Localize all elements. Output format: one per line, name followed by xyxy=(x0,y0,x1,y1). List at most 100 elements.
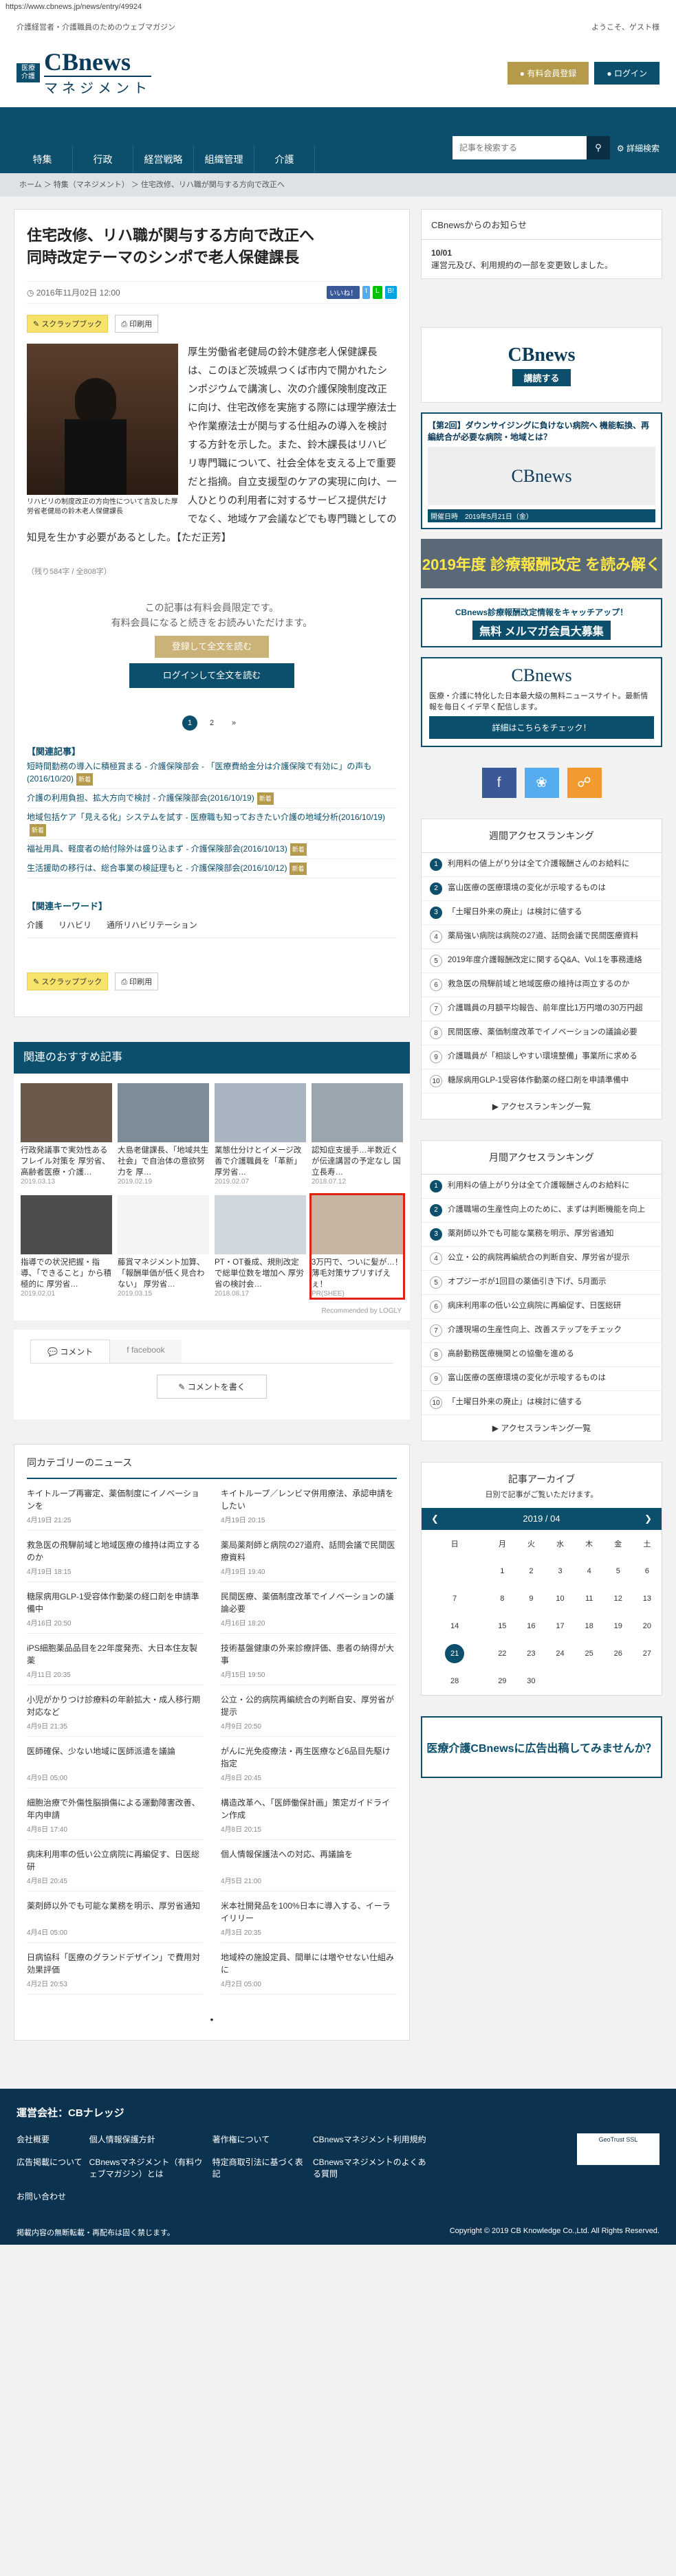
ranking-item[interactable]: 2 富山医療の医療環境の変化が示唆するものは xyxy=(422,877,662,901)
geotrust-seal[interactable]: GeoTrust SSL xyxy=(577,2133,659,2165)
news-item[interactable]: 小児がかりつけ診療料の年齢拡大・成人移行期対応など 4月9日 21:35 xyxy=(27,1685,203,1737)
calendar-day[interactable]: 28 xyxy=(422,1667,488,1695)
recommend-item[interactable]: 業態仕分けとイメージ改善で介護職員を「革新」 厚労省… 2019.02.07 xyxy=(215,1083,306,1186)
news-item[interactable]: 救急医の飛騨前域と地域医療の維持は両立するのか 4月19日 18:15 xyxy=(27,1531,203,1582)
calendar-day[interactable]: 1 xyxy=(488,1557,516,1585)
revision-ad[interactable]: 2019年度 診療報酬改定 を読み解く xyxy=(421,539,662,588)
calendar-day[interactable]: 21 xyxy=(422,1640,488,1667)
footer-link[interactable]: CBnewsマネジメント利用規約 xyxy=(313,2133,429,2145)
calendar-day[interactable] xyxy=(422,1557,488,1585)
news-item[interactable]: 薬局薬剤師と病院の27道府、話問会議で民間医療資料 4月19日 19:40 xyxy=(221,1531,397,1582)
related-item[interactable]: 生活援助の移行は、総合事業の検証理もと - 介護保険部会(2016/10/12)… xyxy=(27,859,397,878)
recommend-item[interactable]: 3万円で、ついに髪が…！薄毛対策サプリすげえぇ！ PR(SHEE) xyxy=(309,1193,405,1300)
tab-comment[interactable]: 💬 コメント xyxy=(30,1340,111,1363)
login-read-button[interactable]: ログインして全文を読む xyxy=(129,663,294,688)
ranking-item[interactable]: 4 薬局強い病院は病院の27道、話問会議で民間医療資料 xyxy=(422,925,662,949)
calendar-day[interactable]: 17 xyxy=(545,1612,574,1640)
ranking-item[interactable]: 5 2019年度介護報酬改定に関するQ&A、Vol.1を事務連絡 xyxy=(422,949,662,973)
related-item[interactable]: 福祉用具、軽度者の給付除外は盛り込まず - 介護保険部会(2016/10/13)… xyxy=(27,840,397,859)
footer-link[interactable]: 個人情報保護方針 xyxy=(89,2133,206,2145)
ranking-item[interactable]: 5 オプジーボが1回目の薬価引き下げ、5月面示 xyxy=(422,1271,662,1295)
tab-facebook[interactable]: f facebook xyxy=(110,1340,182,1363)
news-item[interactable]: 薬剤師以外でも可能な業務を明示、厚労省通知 4月4日 05:00 xyxy=(27,1891,203,1943)
nav-item-1[interactable]: 行政 xyxy=(73,146,133,173)
ranking-item[interactable]: 1 利用料の値上がり分は全て介護報酬さんのお給料に xyxy=(422,1175,662,1199)
keyword-link[interactable]: リハビリ xyxy=(58,919,91,931)
news-item[interactable]: キイトループ／レンビマ併用療法、承認申請をしたい 4月19日 20:15 xyxy=(221,1479,397,1531)
search-icon[interactable]: ⚲ xyxy=(586,136,610,159)
seminar-ad[interactable]: 【第2回】ダウンサイジングに負けない病院へ 機能転換、再編統合が必要な病院・地域… xyxy=(421,412,662,529)
related-link[interactable]: 地域包括ケア「見える化」システムを試す - 医療職も知っておきたい介護の地域分析… xyxy=(27,812,385,822)
recommend-item[interactable]: PT・OT養成、規則改定で総単位数を増加へ 厚労省の検討会… 2018.08.17 xyxy=(215,1195,306,1298)
footer-link[interactable]: CBnewsマネジメントのよくある質問 xyxy=(313,2156,429,2179)
calendar-day[interactable]: 5 xyxy=(604,1557,633,1585)
news-item[interactable]: 技術基盤健康の外来診療評価、患者の納得が大事 4月15日 19:50 xyxy=(221,1634,397,1685)
news-item[interactable]: 地域枠の施設定員、間単には増やせない仕組みに 4月2日 05:00 xyxy=(221,1943,397,1995)
ranking-item[interactable]: 9 介護職員が「相談しやすい環境整備」事業所に求める xyxy=(422,1045,662,1069)
twitter-share-icon[interactable]: t xyxy=(362,286,370,299)
recommend-item[interactable]: 行政発議事で実効性あるフレイル対策を 厚労省、高齢者医療・介護… 2019.03.… xyxy=(21,1083,112,1186)
register-button[interactable]: ● 有料会員登録 xyxy=(507,61,589,85)
calendar-day[interactable]: 22 xyxy=(488,1640,516,1667)
search-input[interactable] xyxy=(452,136,587,159)
calendar-day[interactable]: 24 xyxy=(545,1640,574,1667)
calendar-day[interactable] xyxy=(633,1667,662,1695)
related-item[interactable]: 地域包括ケア「見える化」システムを試す - 医療職も知っておきたい介護の地域分析… xyxy=(27,808,397,840)
ranking-item[interactable]: 7 介護職員の月額平均報告、前年度比1万円増の30万円超 xyxy=(422,997,662,1021)
recommend-item[interactable]: 指導での状況把握・指導、「できること」から積極的に 厚労省… 2019.02.01 xyxy=(21,1195,112,1298)
ranking-item[interactable]: 10 「土曜日外来の廃止」は検討に値する xyxy=(422,1391,662,1415)
register-read-button[interactable]: 登録して全文を読む xyxy=(155,636,269,658)
info-detail-button[interactable]: 詳細はこちらをチェック！ xyxy=(429,716,654,739)
nav-item-0[interactable]: 特集 xyxy=(12,146,73,173)
print-button-bottom[interactable]: ⎙ 印刷用 xyxy=(115,973,159,990)
related-item[interactable]: 短時間勤務の導入に積極賞まる - 介護保険部会 - 「医療費給金分は介護保険で有… xyxy=(27,757,397,789)
keyword-link[interactable]: 介護 xyxy=(27,919,43,931)
news-item[interactable]: 細胞治療で外傷性脳損傷による運動障害改善、年内申請 4月8日 17:40 xyxy=(27,1788,203,1840)
calendar-day[interactable]: 26 xyxy=(604,1640,633,1667)
calendar-day[interactable]: 14 xyxy=(422,1612,488,1640)
scrapbook-button-bottom[interactable]: ✎ スクラップブック xyxy=(27,973,109,990)
ranking-item[interactable]: 8 高齢勤務医療機関との協働を進める xyxy=(422,1343,662,1367)
rss-icon[interactable]: ☍ xyxy=(567,768,602,798)
recommend-item[interactable]: 大島老健課長、「地域共生社会」で自治体の意欲努力を 厚… 2019.02.19 xyxy=(118,1083,209,1186)
news-item[interactable]: 構造改革へ、「医師働保計画」策定ガイドライン作成 4月8日 20:15 xyxy=(221,1788,397,1840)
calendar-day[interactable]: 23 xyxy=(516,1640,545,1667)
ranking-item[interactable]: 3 「土曜日外来の廃止」は検討に値する xyxy=(422,901,662,925)
write-comment-button[interactable]: ✎ コメントを書く xyxy=(157,1375,267,1399)
calendar-day[interactable]: 25 xyxy=(575,1640,604,1667)
calendar-day[interactable]: 6 xyxy=(633,1557,662,1585)
news-item[interactable]: がんに光免疫療法・再生医療など6品目先駆け指定 4月8日 20:45 xyxy=(221,1737,397,1788)
calendar-day[interactable]: 13 xyxy=(633,1585,662,1612)
news-item[interactable]: 糖尿病用GLP-1受容体作動薬の経口剤を申請準備中 4月16日 20:50 xyxy=(27,1582,203,1634)
ranking-item[interactable]: 4 公立・公的病院再編統合の判断自安、厚労省が提示 xyxy=(422,1247,662,1271)
news-item[interactable]: 米本社開発品を100%日本に導入する、イーライリリー 4月3日 20:35 xyxy=(221,1891,397,1943)
related-link[interactable]: 生活援助の移行は、総合事業の検証理もと - 介護保険部会(2016/10/12) xyxy=(27,863,287,873)
ranking-item[interactable]: 6 救急医の飛騨前域と地域医療の維持は両立するのか xyxy=(422,973,662,997)
calendar-day[interactable]: 30 xyxy=(516,1667,545,1695)
calendar-today[interactable]: 21 xyxy=(445,1644,465,1663)
nav-item-4[interactable]: 介護 xyxy=(254,146,315,173)
ranking-item[interactable]: 1 利用料の値上がり分は全て介護報酬さんのお給料に xyxy=(422,853,662,877)
notice-text[interactable]: 運営元及び、利用規約の一部を変更致しました。 xyxy=(431,259,652,271)
ranking-item[interactable]: 7 介護現場の生産性向上、改善ステップをチェック xyxy=(422,1319,662,1343)
prev-month-icon[interactable]: ❮ xyxy=(431,1513,439,1524)
calendar-day[interactable]: 9 xyxy=(516,1585,545,1612)
ranking-item[interactable]: 2 介護職場の生産性向上のために、まずは判断機能を向上 xyxy=(422,1199,662,1223)
nav-item-3[interactable]: 組織管理 xyxy=(194,146,254,173)
calendar-day[interactable]: 10 xyxy=(545,1585,574,1612)
calendar-day[interactable]: 20 xyxy=(633,1612,662,1640)
scrapbook-button[interactable]: ✎ スクラップブック xyxy=(27,315,109,333)
footer-link[interactable]: 特定商取引法に基づく表記 xyxy=(212,2156,306,2179)
news-item[interactable]: 個人情報保護法への対応、再議論を 4月5日 21:00 xyxy=(221,1840,397,1891)
login-button[interactable]: ● ログイン xyxy=(594,61,659,85)
calendar-day[interactable]: 27 xyxy=(633,1640,662,1667)
calendar-day[interactable] xyxy=(545,1667,574,1695)
calendar-day[interactable]: 19 xyxy=(604,1612,633,1640)
calendar-day[interactable]: 16 xyxy=(516,1612,545,1640)
news-item[interactable]: キイトループ再審定、薬価制度にイノベーションを 4月19日 21:25 xyxy=(27,1479,203,1531)
ranking-item[interactable]: 9 富山医療の医療環境の変化が示唆するものは xyxy=(422,1367,662,1391)
nav-item-2[interactable]: 経営戦略 xyxy=(133,146,194,173)
news-item[interactable]: 医師確保、少ない地域に医師派遣を議論 4月9日 05:00 xyxy=(27,1737,203,1788)
recommend-item[interactable]: 認知症支援手…半数近くが伝達講習の予定なし 国立長寿… 2018.07.12 xyxy=(312,1083,403,1186)
calendar-day[interactable]: 7 xyxy=(422,1585,488,1612)
